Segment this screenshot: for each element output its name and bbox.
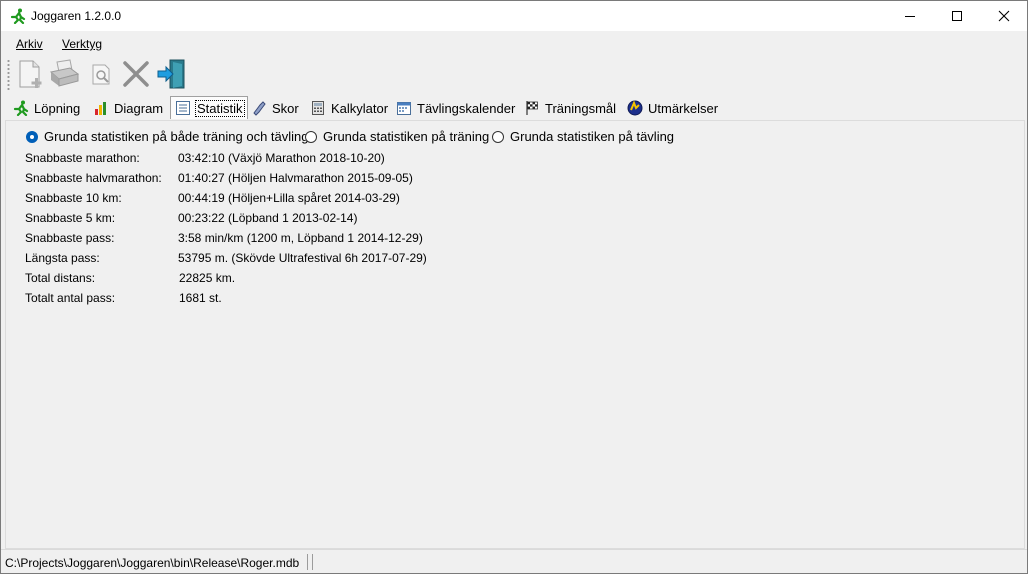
new-document-icon [19,60,42,88]
stat-value-snabbaste-10km: 00:44:19 (Höljen+Lilla spåret 2014-03-29… [178,191,400,205]
exit-icon [157,59,185,89]
calendar-icon [396,100,412,116]
delete-icon [123,61,149,87]
stat-value-snabbaste-marathon: 03:42:10 (Växjö Marathon 2018-10-20) [178,151,385,165]
radio-label: Grunda statistiken på tävling [510,129,675,144]
stat-label-snabbaste-5km: Snabbaste 5 km: [25,211,116,225]
toolbar [1,55,1027,95]
tab-diagram[interactable]: Diagram [89,98,163,118]
print-button[interactable] [48,58,80,90]
stat-value-langsta-pass: 53795 m. (Skövde Ultrafestival 6h 2017-0… [178,251,427,265]
print-preview-button[interactable] [85,58,117,90]
stat-value-total-distans: 22825 km. [179,271,236,285]
tab-utmarkelser[interactable]: Utmärkelser [623,98,718,118]
radio-checked-icon [26,130,38,143]
status-file-path: C:\Projects\Joggaren\Joggaren\bin\Releas… [5,556,300,570]
stat-label-snabbaste-10km: Snabbaste 10 km: [25,191,122,205]
medal-icon [627,100,643,116]
stat-label-langsta-pass: Längsta pass: [25,251,100,265]
tab-traningsmal-label: Träningsmål [545,100,617,116]
radio-label: Grunda statistiken på både träning och t… [44,129,309,144]
calculator-icon [310,100,326,116]
tab-tavlingskalender[interactable]: Tävlingskalender [392,98,515,118]
radio-traning[interactable]: Grunda statistiken på träning [305,129,489,144]
radio-label: Grunda statistiken på träning [323,129,490,144]
close-button[interactable] [981,1,1027,31]
tab-lopning-label: Löpning [34,100,81,116]
tab-skor-label: Skor [272,100,299,116]
stat-value-snabbaste-5km: 00:23:22 (Löpband 1 2013-02-14) [178,211,358,225]
radio-bade-traning-och-tavling[interactable]: Grunda statistiken på både träning och t… [26,129,309,144]
tab-statistik-label: Statistik [195,99,245,117]
print-icon [49,59,80,87]
stat-value-snabbaste-pass: 3:58 min/km (1200 m, Löpband 1 2014-12-2… [178,231,423,245]
exit-button[interactable] [156,58,188,90]
delete-button[interactable] [120,58,152,90]
title-bar[interactable]: Joggaren 1.2.0.0 [1,1,1027,31]
stat-value-totalt-antal-pass: 1681 st. [179,291,222,305]
tab-utmarkelser-label: Utmärkelser [648,100,719,116]
list-icon [175,100,191,116]
menu-verktyg-label: Verktyg [62,37,103,51]
tab-tavlingskalender-label: Tävlingskalender [417,100,516,116]
status-separator [307,554,308,570]
radio-unchecked-icon [492,130,504,143]
stat-label-snabbaste-marathon: Snabbaste marathon: [25,151,140,165]
maximize-icon [952,11,962,21]
menu-arkiv[interactable]: Arkiv [16,37,43,51]
tab-kalkylator[interactable]: Kalkylator [306,98,388,118]
stat-label-total-distans: Total distans: [25,271,96,285]
toolbar-grip[interactable] [7,59,10,91]
tab-lopning[interactable]: Löpning [9,98,80,118]
tab-statistik[interactable]: Statistik [170,96,248,119]
statistik-panel: Grunda statistiken på både träning och t… [5,120,1025,549]
app-window: Joggaren 1.2.0.0 Arkiv Verktyg Löpning D… [0,0,1028,574]
app-runner-icon [10,8,26,25]
bar-chart-icon [93,100,109,116]
tab-strip: Löpning Diagram Statistik Skor Kalkylato… [1,96,1027,120]
print-preview-icon [92,64,110,85]
minimize-button[interactable] [887,1,933,31]
stat-label-snabbaste-halvmarathon: Snabbaste halvmarathon: [25,171,162,185]
menu-arkiv-label: Arkiv [16,37,43,51]
tab-skor[interactable]: Skor [247,98,299,118]
stat-label-snabbaste-pass: Snabbaste pass: [25,231,115,245]
runner-icon [13,100,29,117]
stat-label-totalt-antal-pass: Totalt antal pass: [25,291,116,305]
menu-verktyg[interactable]: Verktyg [62,37,102,51]
minimize-icon [905,16,915,17]
tab-traningsmal[interactable]: Träningsmål [520,98,616,118]
maximize-button[interactable] [934,1,980,31]
new-button[interactable] [15,58,47,90]
stat-value-snabbaste-halvmarathon: 01:40:27 (Höljen Halvmarathon 2015-09-05… [178,171,413,185]
window-title: Joggaren 1.2.0.0 [31,9,122,23]
radio-tavling[interactable]: Grunda statistiken på tävling [492,129,674,144]
status-bar: C:\Projects\Joggaren\Joggaren\bin\Releas… [1,549,1027,573]
checkered-flag-icon [524,100,540,116]
close-icon [998,10,1010,22]
radio-unchecked-icon [305,130,317,143]
tab-diagram-label: Diagram [114,100,164,116]
status-separator [312,554,313,570]
shoe-icon [251,100,267,116]
menu-bar: Arkiv Verktyg [1,31,1027,55]
tab-kalkylator-label: Kalkylator [331,100,389,116]
